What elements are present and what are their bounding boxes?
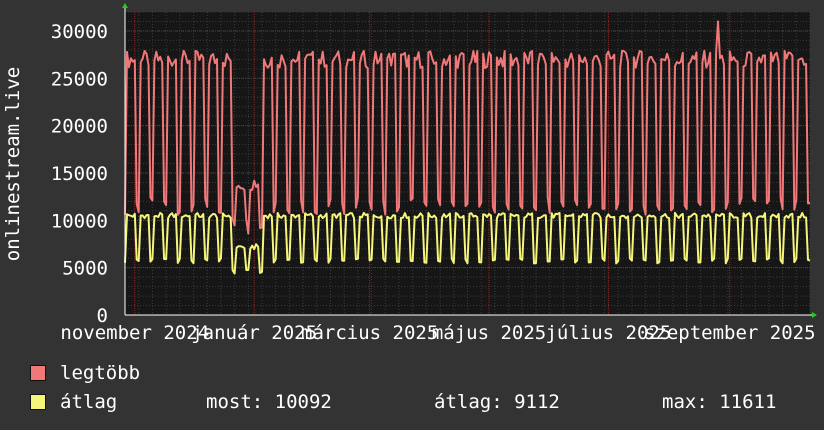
y-tick-labels: 050001000015000200002500030000 (51, 21, 108, 327)
y-tick-label: 30000 (51, 21, 108, 43)
y-tick-label: 20000 (51, 116, 108, 138)
y-tick-label: 5000 (62, 258, 108, 280)
stat-average-value: 9112 (514, 391, 560, 413)
stat-average: átlag: 9112 (434, 391, 560, 413)
x-tick-label: május 2025 (432, 322, 546, 344)
x-tick-label: november 2024 (60, 322, 209, 344)
stat-max: max: 11611 (662, 391, 776, 413)
stat-most-value: 10092 (274, 391, 332, 413)
y-axis-arrow (122, 3, 128, 8)
stat-most: most: 10092 (206, 391, 332, 413)
x-tick-label: szeptember 2025 (644, 322, 816, 344)
legend-item-max: legtöbb (30, 361, 140, 385)
x-tick-label: március 2025 (301, 322, 438, 344)
stat-max-label: max: (662, 391, 708, 413)
y-tick-label: 15000 (51, 163, 108, 185)
x-tick-label: január 2025 (191, 322, 317, 344)
legend-swatch-max (30, 365, 46, 381)
x-axis-arrow (812, 312, 817, 318)
stat-most-label: most: (206, 391, 264, 413)
legend-swatch-avg (30, 394, 46, 410)
legend-item-avg: átlag most: 10092 átlag: 9112 max: 11611 (30, 390, 810, 414)
y-tick-label: 25000 (51, 68, 108, 90)
y-tick-label: 10000 (51, 210, 108, 232)
y-axis-label: onlinestream.live (2, 67, 24, 261)
stat-average-label: átlag: (434, 391, 503, 413)
legend-label-avg: átlag (60, 391, 118, 413)
x-tick-labels: november 2024január 2025március 2025máju… (60, 322, 815, 344)
stat-max-value: 11611 (719, 391, 777, 413)
legend-label-max: legtöbb (60, 362, 141, 384)
chart: 050001000015000200002500030000 november … (2, 3, 817, 344)
